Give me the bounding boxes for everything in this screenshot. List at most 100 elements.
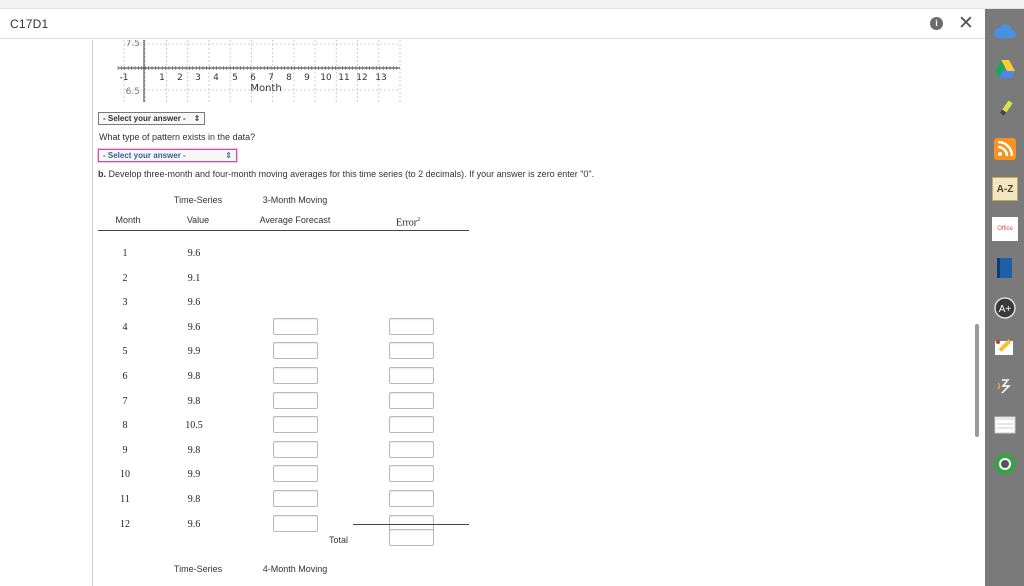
window-titlebar: C17D1 i ✕ [0,9,985,39]
chart-x-tick-label: -1 [120,73,129,83]
error-input[interactable] [389,416,434,433]
content-scrollbar[interactable] [975,324,979,437]
month-cell: 2 [122,273,128,284]
chart-x-tick-label: 3 [195,73,201,83]
month-cell: 4 [122,322,128,333]
chart-x-tick-label: 11 [338,73,349,83]
month-cell: 7 [122,396,128,407]
month-cell: 8 [122,420,128,431]
pencil-paper-icon[interactable] [992,335,1018,359]
month-cell: 5 [122,346,128,357]
cloud-icon[interactable] [992,19,1018,43]
highlighter-icon[interactable] [992,97,1018,121]
graph-answer-select[interactable]: - Select your answer - ⇕ [98,112,206,125]
value-cell: 9.6 [187,519,201,530]
drive-icon[interactable] [992,57,1018,81]
chart-x-tick-label: 10 [320,73,332,83]
circle-icon[interactable] [992,452,1018,476]
error-squared-header: Error2 [396,217,421,229]
forecast-input[interactable] [273,392,318,409]
chart-x-tick-label: 2 [177,73,183,83]
close-icon[interactable]: ✕ [958,12,974,35]
chart-y-tick-label: 6.5 [126,87,140,97]
value-cell: 9.8 [187,494,201,505]
chart-x-tick-label: 4 [213,73,219,83]
total-label: Total [329,535,349,545]
month-header: Month [115,215,141,225]
value-cell: 9.8 [187,396,201,407]
part-b-text: Develop three-month and four-month movin… [106,169,595,179]
ma-header-top: 3-Month Moving [262,195,328,205]
rss-icon[interactable] [992,137,1018,161]
forecast-input[interactable] [273,318,318,335]
forecast-input[interactable] [273,490,318,507]
ma-header-bottom: Average Forecast [259,215,331,225]
book-icon[interactable] [992,256,1018,280]
part-b-label: b. [98,169,106,179]
value-cell: 9.8 [187,445,201,456]
pattern-question: What type of pattern exists in the data? [99,132,256,142]
forecast-input[interactable] [273,441,318,458]
pattern-answer-select[interactable]: - Select your answer - ⇕ [98,149,237,162]
error-input[interactable] [389,342,434,359]
month-cell: 6 [122,371,128,382]
info-icon[interactable]: i [930,17,943,30]
value-cell: 9.6 [187,297,201,308]
time-series-chart: -1 1 2 3 4 5 6 7 8 9 10 11 12 137.56.5 Month [117,40,401,102]
chart-x-tick-label: 13 [375,73,386,83]
error-total-input[interactable] [389,529,434,546]
speech-icon[interactable] [992,374,1018,398]
value-cell: 10.5 [185,420,203,431]
part-b-instruction: b. Develop three-month and four-month mo… [98,169,594,179]
pattern-answer-select-value: - Select your answer - [103,151,186,160]
chart-x-tick-label: 6 [250,73,256,83]
select-arrow-icon: ⇕ [193,114,201,123]
value-cell: 9.1 [187,273,201,284]
table-header-rule [98,230,469,231]
value-cell: 9.8 [187,371,201,382]
chart-y-tick-label: 7.5 [126,40,140,49]
chart-x-tick-label: 5 [232,73,238,83]
forecast-input[interactable] [273,416,318,433]
left-margin-rule [92,40,93,586]
notepad-icon[interactable] [992,413,1018,437]
extensions-sidebar: A-Z Office A+ [985,9,1024,586]
total-rule [353,524,469,525]
value-cell: 9.9 [187,469,201,480]
month-cell: 1 [122,248,128,259]
value-cell: 9.9 [187,346,201,357]
error-input[interactable] [389,490,434,507]
chart-x-axis-label: Month [250,83,281,94]
a-z-icon[interactable]: A-Z [992,177,1018,201]
month-cell: 12 [120,519,130,530]
chart-x-tick-label: 12 [356,73,367,83]
chart-x-tick-label: 1 [159,73,165,83]
value-cell: 9.6 [187,322,201,333]
ts-header-top: Time-Series [173,195,223,205]
graph-answer-select-value: - Select your answer - [103,114,186,123]
ts-header-bottom: Value [186,215,210,225]
browser-top-strip [0,0,1024,9]
svg-text:A+: A+ [999,304,1012,315]
chart-x-tick-label: 9 [304,73,310,83]
office-icon[interactable]: Office [992,217,1018,241]
window-title: C17D1 [10,17,49,31]
error-input[interactable] [389,441,434,458]
error-input[interactable] [389,392,434,409]
month-cell: 10 [120,469,130,480]
value-cell: 9.6 [187,248,201,259]
month-cell: 11 [120,494,130,505]
select-arrow-icon: ⇕ [225,151,232,160]
assignment-content: -1 1 2 3 4 5 6 7 8 9 10 11 12 13 7.5 6.5 Month - Select … [0,40,985,586]
error-input[interactable] [389,367,434,384]
chart-x-tick-label: 7 [268,73,274,83]
forecast-input[interactable] [273,465,318,482]
a-plus-icon[interactable]: A+ [992,296,1018,320]
forecast-input[interactable] [273,515,318,532]
error-input[interactable] [389,465,434,482]
chart-x-tick-label: 8 [286,73,292,83]
ts4-header-top: Time-Series [173,564,223,574]
error-input[interactable] [389,318,434,335]
forecast-input[interactable] [273,367,318,384]
forecast-input[interactable] [273,342,318,359]
